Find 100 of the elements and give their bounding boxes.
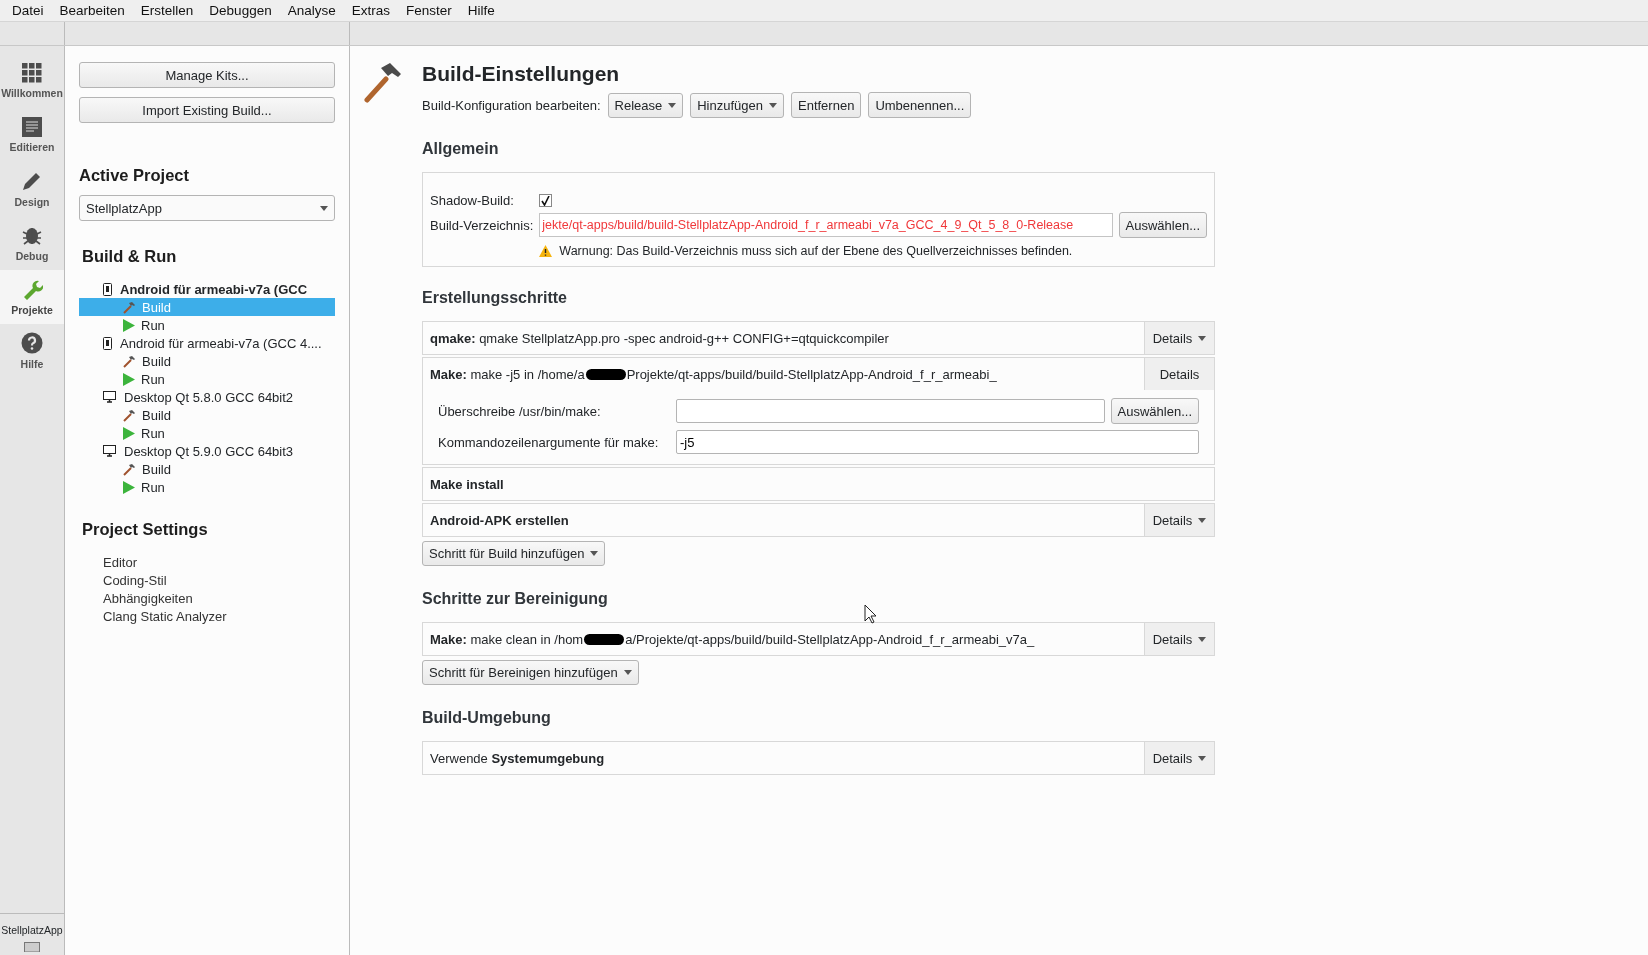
mode-button[interactable]: Design [0, 162, 64, 216]
config-dropdown[interactable]: Release [607, 92, 684, 118]
section-heading: Active Project [79, 166, 191, 185]
tree-item[interactable]: Build [79, 406, 335, 424]
section-heading: Build & Run [82, 247, 178, 266]
settings-item[interactable]: Coding-Stil [79, 573, 335, 591]
field-label: Kommandozeilenargumente für make: [438, 434, 660, 450]
field-label: Überschreibe /usr/bin/make: [438, 403, 602, 419]
checkbox[interactable] [539, 194, 553, 207]
config-button[interactable]: Umbenennen... [868, 92, 972, 118]
config-label: Build-Konfiguration bearbeiten: [422, 97, 601, 113]
tree-item[interactable]: Run [79, 478, 335, 496]
directory-field[interactable]: jekte/qt-apps/build/build-StellplatzApp-Android_f_r_armeabi_v7a_GCC_4_9_Qt_5_8_0-Release [539, 213, 1113, 237]
grid-icon [22, 63, 42, 83]
caret-icon [769, 102, 777, 108]
section-heading: Project Settings [82, 520, 209, 539]
caret-icon [1198, 636, 1207, 642]
section-heading: Allgemein [422, 140, 500, 158]
kit-item[interactable]: Android für armeabi-v7a (GCC [79, 280, 335, 298]
device-icon [24, 942, 40, 952]
input-field[interactable]: -j5 [676, 430, 1199, 454]
input-field[interactable] [676, 399, 1105, 423]
step-summary: qmake: qmake StellplatzApp.pro -spec android-g++ CONFIG+=qtquickcompiler [429, 329, 890, 348]
details-button[interactable]: Details [1144, 742, 1214, 774]
menu-item[interactable]: Hilfe [459, 3, 503, 18]
mode-button[interactable]: Editieren [0, 108, 64, 162]
step-summary: Make: make -j5 in /home/a Projekte/qt-apps/build/build-StellplatzApp-Android_f_r_armeabi_ [429, 365, 998, 384]
play-icon [123, 318, 135, 332]
browse-button[interactable]: Auswählen... [1110, 398, 1199, 424]
menu-item[interactable]: Analyse [279, 3, 344, 18]
menu-item[interactable]: Debuggen [201, 3, 280, 18]
tree-item[interactable]: Run [79, 316, 335, 334]
menu-item[interactable]: Bearbeiten [51, 3, 133, 18]
caret-icon [1198, 517, 1207, 523]
caret-icon [1198, 335, 1207, 341]
tree-item[interactable]: Build [79, 460, 335, 478]
caret-icon [1198, 755, 1207, 761]
settings-item[interactable]: Editor [79, 555, 335, 573]
caret-icon [320, 205, 328, 211]
kit-button[interactable]: Manage Kits... [79, 62, 335, 88]
kit-item[interactable]: Desktop Qt 5.9.0 GCC 64bit3 [79, 442, 335, 460]
help-icon [21, 332, 43, 354]
caret-icon [668, 102, 677, 108]
menu-item[interactable]: Extras [343, 3, 398, 18]
hammer-icon [123, 354, 136, 368]
step-summary: Android-APK erstellen [429, 511, 570, 530]
caret-icon [590, 551, 599, 556]
environment-summary: Verwende Systemumgebung [429, 749, 606, 768]
menu-item[interactable]: Fenster [397, 3, 460, 18]
hammer-icon [364, 62, 402, 104]
warning-icon [539, 245, 553, 257]
add-step-button[interactable]: Schritt für Build hinzufügen [422, 541, 606, 566]
mode-button[interactable]: Debug [0, 216, 64, 270]
details-button[interactable]: Details [1144, 504, 1214, 536]
config-button[interactable]: Entfernen [791, 92, 862, 118]
add-step-button[interactable]: Schritt für Bereinigen hinzufügen [422, 660, 639, 685]
play-icon [123, 480, 135, 494]
details-button[interactable]: Details [1144, 623, 1214, 655]
menu-item[interactable]: Erstellen [132, 3, 202, 18]
settings-item[interactable]: Clang Static Analyzer [79, 609, 335, 627]
tree-item[interactable]: Run [79, 370, 335, 388]
monitor-icon [103, 445, 116, 457]
browse-button[interactable]: Auswählen... [1118, 212, 1207, 238]
pencil-icon [21, 170, 43, 192]
details-button[interactable]: Details [1144, 358, 1214, 390]
tree-item[interactable]: Build [79, 352, 335, 370]
settings-item[interactable]: Abhängigkeiten [79, 591, 335, 609]
section-heading: Build-Umgebung [422, 709, 552, 727]
play-icon [123, 426, 135, 440]
project-selector-label[interactable]: StellplatzApp [1, 924, 63, 936]
kit-item[interactable]: Android für armeabi-v7a (GCC 4.... [79, 334, 335, 352]
hammer-icon [123, 300, 136, 314]
details-button[interactable]: Details [1144, 322, 1214, 354]
redaction-mark [585, 368, 626, 380]
kit-button[interactable]: Import Existing Build... [79, 97, 335, 123]
phone-icon [103, 282, 112, 296]
step-summary: Make install [429, 475, 505, 494]
tree-item[interactable]: Run [79, 424, 335, 442]
document-icon [22, 117, 42, 137]
hammer-icon [123, 408, 136, 422]
redaction-mark [584, 633, 625, 645]
monitor-icon [103, 391, 116, 403]
play-icon [123, 372, 135, 386]
mode-button[interactable]: Hilfe [0, 324, 64, 378]
section-heading: Schritte zur Bereinigung [422, 590, 609, 608]
mode-button[interactable]: Projekte [0, 270, 64, 324]
caret-icon [623, 670, 632, 675]
step-summary: Make: make clean in /hom a/Projekte/qt-apps/build/build-StellplatzApp-Android_f_r_armeabi_v7a_ [429, 630, 1036, 649]
warning-text: Warnung: Das Build-Verzeichnis muss sich auf der Ebene des Quellverzeichnisses befinden. [559, 244, 1073, 258]
section-heading: Erstellungsschritte [422, 289, 568, 307]
page-title: Build-Einstellungen [422, 62, 621, 86]
mode-button[interactable]: Willkommen [0, 54, 64, 108]
phone-icon [103, 336, 112, 350]
hammer-icon [123, 462, 136, 476]
field-label: Shadow-Build: [430, 193, 515, 208]
menu-item[interactable]: Datei [4, 3, 52, 18]
project-dropdown[interactable]: StellplatzApp [79, 195, 335, 221]
config-dropdown[interactable]: Hinzufügen [690, 92, 784, 118]
field-label: Build-Verzeichnis: [430, 217, 534, 233]
kit-item[interactable]: Desktop Qt 5.8.0 GCC 64bit2 [79, 388, 335, 406]
